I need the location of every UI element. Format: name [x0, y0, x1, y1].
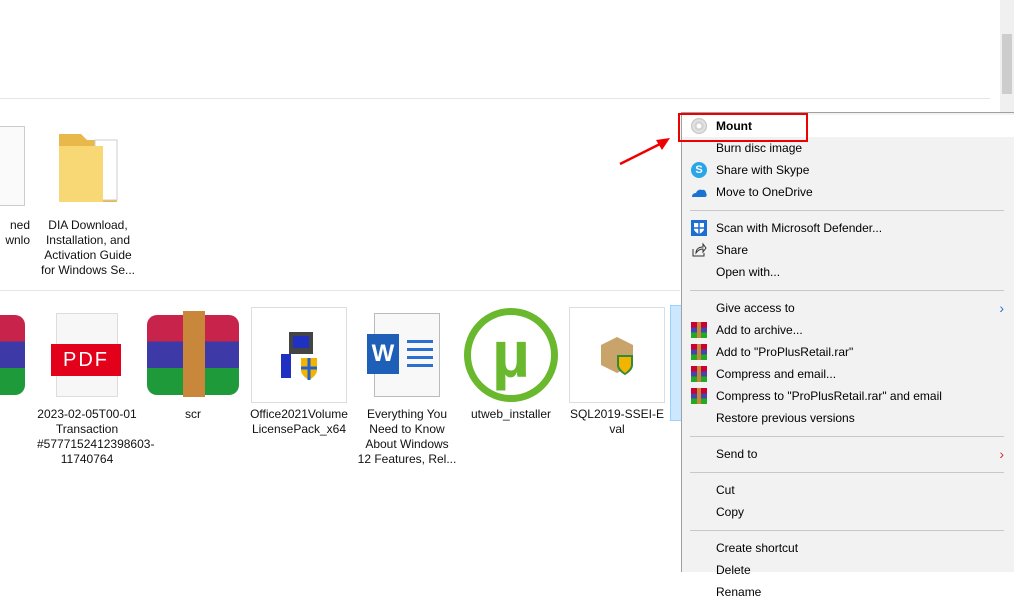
- menu-item-cut[interactable]: Cut: [682, 479, 1014, 501]
- menu-item-share[interactable]: Share: [682, 239, 1014, 261]
- winrar-icon: [691, 344, 707, 360]
- highlight-box: [678, 113, 808, 142]
- folder-icon: [38, 118, 138, 214]
- menu-separator: [690, 530, 1004, 531]
- file-item[interactable]: Office2021VolumeLicensePack_x64: [249, 307, 349, 437]
- file-item[interactable]: ge: [0, 307, 40, 422]
- file-item[interactable]: µ utweb_installer: [461, 307, 561, 422]
- menu-item-compress-to-rar-and-email[interactable]: Compress to "ProPlusRetail.rar" and emai…: [682, 385, 1014, 407]
- chevron-right-icon: ›: [999, 446, 1004, 462]
- menu-item-scan-defender[interactable]: Scan with Microsoft Defender...: [682, 217, 1014, 239]
- menu-item-restore-previous-versions[interactable]: Restore previous versions: [682, 407, 1014, 429]
- menu-item-move-to-onedrive[interactable]: Move to OneDrive: [682, 181, 1014, 203]
- onedrive-icon: [691, 184, 707, 200]
- winrar-icon: [691, 322, 707, 338]
- context-menu: Mount Burn disc image S Share with Skype …: [681, 112, 1014, 599]
- utorrent-icon: µ: [461, 307, 561, 403]
- menu-label: Add to "ProPlusRetail.rar": [716, 345, 854, 359]
- menu-label: Rename: [716, 585, 762, 599]
- red-arrow-annotation: [619, 138, 670, 166]
- menu-item-delete[interactable]: Delete: [682, 559, 1014, 581]
- menu-label: Restore previous versions: [716, 411, 855, 425]
- file-label: DIA Download, Installation, and Activati…: [40, 218, 136, 277]
- menu-label: Cut: [716, 483, 735, 497]
- file-label: ned wnlo: [5, 218, 30, 247]
- defender-icon: [691, 220, 707, 236]
- menu-item-compress-and-email[interactable]: Compress and email...: [682, 363, 1014, 385]
- menu-separator: [690, 210, 1004, 211]
- menu-label: Send to: [716, 447, 758, 461]
- file-label: utweb_installer: [470, 407, 552, 421]
- menu-label: Give access to: [716, 301, 795, 315]
- word-document-icon: W: [357, 307, 457, 403]
- menu-label: Share: [716, 243, 749, 257]
- file-label: SQL2019-SSEI-Eval: [569, 407, 665, 436]
- file-label: 2023-02-05T00-01 Transaction #5777152412…: [37, 407, 155, 466]
- file-item[interactable]: SQL2019-SSEI-Eval: [567, 307, 667, 437]
- menu-label: Move to OneDrive: [716, 185, 813, 199]
- menu-item-open-with[interactable]: Open with...: [682, 261, 1014, 283]
- menu-item-add-to-archive[interactable]: Add to archive...: [682, 319, 1014, 341]
- file-item[interactable]: scr: [143, 307, 243, 422]
- file-label: Everything You Need to Know About Window…: [357, 407, 457, 466]
- menu-item-add-to-rar[interactable]: Add to "ProPlusRetail.rar": [682, 341, 1014, 363]
- menu-item-share-with-skype[interactable]: S Share with Skype: [682, 159, 1014, 181]
- menu-item-send-to[interactable]: Send to ›: [682, 443, 1014, 465]
- menu-label: Compress and email...: [716, 367, 837, 381]
- file-label: Office2021VolumeLicensePack_x64: [250, 407, 348, 436]
- header-divider: [0, 98, 990, 99]
- menu-label: Share with Skype: [716, 163, 810, 177]
- menu-separator: [690, 436, 1004, 437]
- file-label: scr: [185, 407, 201, 421]
- menu-item-give-access-to[interactable]: Give access to ›: [682, 297, 1014, 319]
- share-icon: [691, 242, 707, 258]
- menu-label: Copy: [716, 505, 745, 519]
- file-item[interactable]: ned wnlo: [0, 118, 40, 248]
- installer-icon: [251, 307, 347, 403]
- menu-label: Add to archive...: [716, 323, 803, 337]
- menu-label: Delete: [716, 563, 751, 577]
- menu-separator: [690, 472, 1004, 473]
- file-icon: [0, 118, 40, 214]
- winrar-icon: [691, 388, 707, 404]
- winrar-icon: [691, 366, 707, 382]
- file-item[interactable]: W Everything You Need to Know About Wind…: [357, 307, 457, 467]
- menu-label: Compress to "ProPlusRetail.rar" and emai…: [716, 389, 942, 403]
- menu-label: Scan with Microsoft Defender...: [716, 221, 883, 235]
- file-item[interactable]: PDF 2023-02-05T00-01 Transaction #577715…: [37, 307, 155, 467]
- winrar-archive-icon: [143, 307, 243, 403]
- menu-separator: [690, 290, 1004, 291]
- menu-item-create-shortcut[interactable]: Create shortcut: [682, 537, 1014, 559]
- scrollbar-thumb[interactable]: [1002, 34, 1012, 94]
- group-divider: [0, 290, 680, 291]
- file-label: ge: [0, 407, 40, 422]
- winrar-archive-icon: [0, 307, 40, 403]
- menu-item-copy[interactable]: Copy: [682, 501, 1014, 523]
- skype-icon: S: [691, 162, 707, 178]
- menu-item-rename[interactable]: Rename: [682, 581, 1014, 603]
- menu-label: Create shortcut: [716, 541, 799, 555]
- folder-item[interactable]: DIA Download, Installation, and Activati…: [38, 118, 138, 278]
- package-installer-icon: [569, 307, 665, 403]
- chevron-right-icon: ›: [999, 300, 1004, 316]
- menu-label: Burn disc image: [716, 141, 803, 155]
- menu-label: Open with...: [716, 265, 781, 279]
- pdf-icon: PDF: [37, 307, 137, 403]
